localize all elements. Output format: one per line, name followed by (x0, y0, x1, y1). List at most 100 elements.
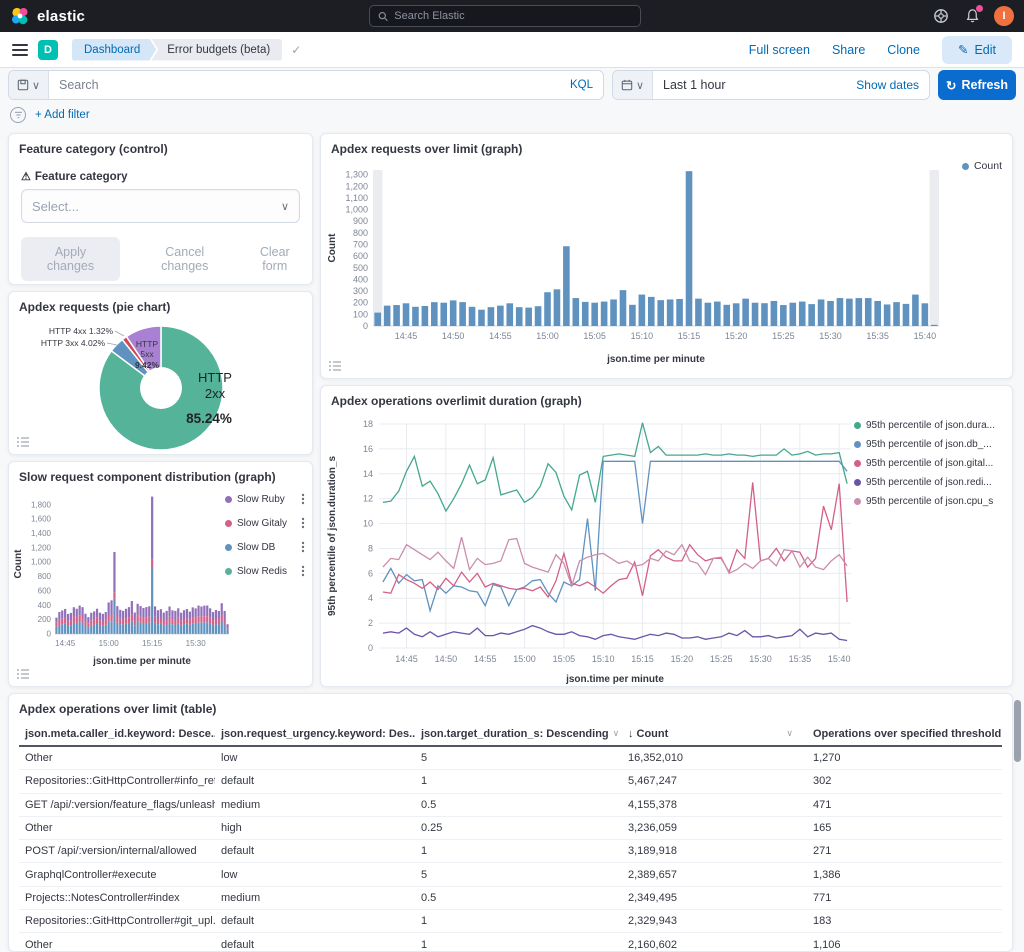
stacked-bar-segment[interactable] (105, 625, 107, 634)
stacked-bar-segment[interactable] (58, 625, 60, 634)
stacked-bar-segment[interactable] (148, 606, 150, 616)
stacked-bar-segment[interactable] (116, 633, 118, 634)
stacked-bar-segment[interactable] (64, 623, 66, 633)
stacked-bar-segment[interactable] (180, 613, 182, 621)
stacked-bar-segment[interactable] (221, 615, 223, 621)
stacked-bar-segment[interactable] (96, 623, 98, 633)
stacked-bar-segment[interactable] (64, 609, 66, 618)
stacked-bar-segment[interactable] (131, 601, 133, 614)
stacked-bar-segment[interactable] (61, 633, 63, 634)
stacked-bar-segment[interactable] (119, 619, 121, 624)
bar[interactable] (573, 298, 580, 326)
stacked-bar-segment[interactable] (195, 633, 197, 634)
stacked-bar-segment[interactable] (206, 633, 208, 634)
stacked-bar-segment[interactable] (215, 633, 217, 634)
bar[interactable] (478, 310, 485, 326)
bar[interactable] (601, 302, 608, 326)
stacked-bar-segment[interactable] (148, 623, 150, 634)
space-avatar[interactable]: D (38, 40, 58, 60)
stacked-bar-segment[interactable] (61, 624, 63, 633)
stacked-bar-segment[interactable] (163, 625, 165, 633)
stacked-bar-segment[interactable] (189, 625, 191, 634)
bar[interactable] (799, 302, 806, 326)
refresh-button[interactable]: ↻ Refresh (938, 70, 1016, 100)
time-range-value[interactable]: Last 1 hour (653, 78, 856, 92)
bar[interactable] (516, 307, 523, 326)
stacked-bar-segment[interactable] (226, 629, 228, 633)
stacked-bar-segment[interactable] (163, 621, 165, 626)
stacked-bar-segment[interactable] (58, 612, 60, 620)
stacked-bar-segment[interactable] (90, 625, 92, 633)
bar[interactable] (639, 295, 646, 326)
stacked-bar-segment[interactable] (215, 624, 217, 633)
elastic-logo[interactable]: elastic (10, 6, 85, 26)
stacked-bar-segment[interactable] (99, 633, 101, 634)
stacked-bar-segment[interactable] (76, 623, 78, 633)
stacked-bar-segment[interactable] (84, 626, 86, 634)
stacked-bar-segment[interactable] (61, 611, 63, 619)
stacked-bar-segment[interactable] (200, 623, 202, 634)
bar[interactable] (554, 289, 561, 326)
bar[interactable] (657, 300, 664, 326)
legend-item[interactable]: 95th percentile of json.gital... (854, 458, 1006, 469)
notifications-bell-icon[interactable] (963, 7, 981, 25)
saved-query-menu-button[interactable]: ∨ (9, 71, 49, 99)
stacked-bar-segment[interactable] (154, 633, 156, 634)
line-series[interactable] (383, 537, 847, 586)
stacked-bar-segment[interactable] (119, 633, 121, 634)
stacked-bar-segment[interactable] (192, 607, 194, 617)
stacked-bar-segment[interactable] (139, 606, 141, 617)
stacked-bar-segment[interactable] (137, 616, 139, 622)
bar[interactable] (884, 304, 891, 326)
stacked-bar-segment[interactable] (148, 633, 150, 634)
stacked-bar-segment[interactable] (134, 613, 136, 621)
stacked-bar-segment[interactable] (195, 618, 197, 624)
stacked-bar-segment[interactable] (218, 633, 220, 634)
column-header[interactable]: json.meta.caller_id.keyword: Desce...∨ (19, 728, 215, 740)
stacked-bar-segment[interactable] (160, 618, 162, 623)
stacked-bar-segment[interactable] (180, 625, 182, 633)
stacked-bar-segment[interactable] (200, 607, 202, 617)
stacked-bar-segment[interactable] (192, 617, 194, 623)
bar[interactable] (912, 295, 919, 326)
bar[interactable] (488, 307, 495, 326)
stacked-bar-segment[interactable] (166, 633, 168, 634)
bar[interactable] (865, 298, 872, 326)
legend-item[interactable]: 95th percentile of json.cpu_s (854, 496, 1006, 507)
stacked-bar-segment[interactable] (134, 625, 136, 633)
bar[interactable] (412, 307, 419, 326)
apply-changes-button[interactable]: Apply changes (21, 237, 120, 281)
stacked-bar-segment[interactable] (102, 621, 104, 626)
stacked-bar-segment[interactable] (186, 624, 188, 634)
stacked-bar-segment[interactable] (226, 624, 228, 627)
share-button[interactable]: Share (832, 43, 865, 57)
stacked-bar-segment[interactable] (142, 618, 144, 624)
stacked-bar-segment[interactable] (73, 607, 75, 616)
legend-item[interactable]: Slow DB (225, 540, 307, 554)
stacked-bar-segment[interactable] (113, 592, 115, 598)
bar[interactable] (620, 290, 627, 326)
stacked-bar-segment[interactable] (224, 633, 226, 634)
legend-toggle-icon[interactable] (328, 360, 342, 372)
legend-item[interactable]: 95th percentile of json.dura... (854, 420, 1006, 431)
breadcrumb-dashboard[interactable]: Dashboard (72, 39, 156, 61)
bar[interactable] (752, 303, 759, 326)
bar[interactable] (723, 305, 730, 326)
stacked-bar-segment[interactable] (79, 606, 81, 616)
legend-menu-icon[interactable] (299, 564, 307, 578)
stacked-bar-segment[interactable] (67, 626, 69, 634)
column-header[interactable]: json.target_duration_s: Descending∨ (415, 728, 622, 740)
stacked-bar-segment[interactable] (148, 617, 150, 623)
stacked-bar-segment[interactable] (84, 614, 86, 621)
stacked-bar-segment[interactable] (110, 614, 112, 621)
bar[interactable] (695, 299, 702, 326)
stacked-bar-segment[interactable] (157, 624, 159, 633)
stacked-bar-segment[interactable] (177, 608, 179, 617)
bar[interactable] (931, 325, 938, 326)
bar[interactable] (874, 301, 881, 326)
bar[interactable] (789, 303, 796, 326)
stacked-bar-segment[interactable] (116, 623, 118, 634)
show-dates-button[interactable]: Show dates (856, 78, 929, 92)
bar[interactable] (384, 306, 391, 326)
stacked-bar-segment[interactable] (174, 633, 176, 634)
